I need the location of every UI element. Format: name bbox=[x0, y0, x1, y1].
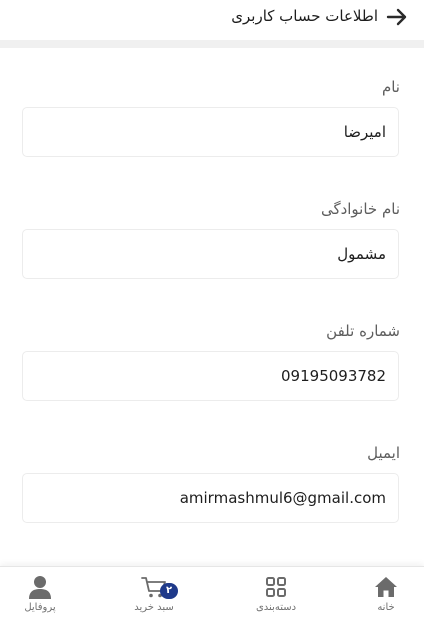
page-title: اطلاعات حساب کاربری bbox=[231, 7, 378, 25]
phone-label: شماره تلفن bbox=[326, 322, 400, 340]
bottom-nav: خانه دسته‌بندی ۲ سبد خرید bbox=[0, 566, 424, 624]
nav-item-profile[interactable]: پروفایل bbox=[0, 567, 80, 624]
nav-label-home: خانه bbox=[377, 602, 395, 613]
email-field-box bbox=[22, 473, 399, 523]
grid-icon bbox=[263, 575, 289, 599]
nav-item-home[interactable]: خانه bbox=[346, 567, 424, 624]
nav-label-categories: دسته‌بندی bbox=[255, 602, 297, 613]
last-name-field-box bbox=[22, 229, 399, 279]
home-icon bbox=[373, 575, 399, 599]
first-name-field-box bbox=[22, 107, 399, 157]
first-name-field[interactable] bbox=[23, 108, 398, 156]
nav-label-cart: سبد خرید bbox=[134, 602, 174, 613]
app-header: اطلاعات حساب کاربری bbox=[0, 0, 424, 40]
phone-field-box bbox=[22, 351, 399, 401]
nav-item-cart[interactable]: ۲ سبد خرید bbox=[114, 567, 194, 624]
email-field[interactable] bbox=[23, 474, 398, 522]
arrow-right-icon[interactable] bbox=[384, 4, 410, 30]
email-label: ایمیل bbox=[367, 444, 400, 462]
phone-field[interactable] bbox=[23, 352, 398, 400]
user-icon bbox=[27, 575, 53, 599]
last-name-label: نام خانوادگی bbox=[320, 200, 400, 218]
nav-item-categories[interactable]: دسته‌بندی bbox=[236, 567, 316, 624]
cart-count-badge: ۲ bbox=[160, 583, 178, 599]
last-name-field[interactable] bbox=[23, 230, 398, 278]
first-name-label: نام bbox=[381, 78, 400, 96]
nav-label-profile: پروفایل bbox=[24, 602, 56, 613]
header-divider bbox=[0, 40, 424, 48]
